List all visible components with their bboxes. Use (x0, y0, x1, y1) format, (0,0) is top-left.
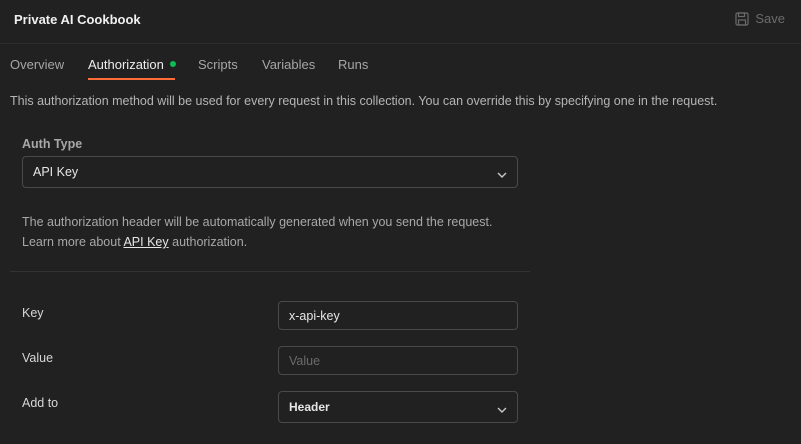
value-input[interactable] (278, 346, 518, 375)
auth-info-text: This authorization method will be used f… (10, 94, 718, 108)
learn-more-prefix: Learn more about (22, 235, 124, 249)
api-key-docs-link[interactable]: API Key (123, 235, 168, 249)
section-divider (10, 271, 530, 272)
auth-type-value: API Key (33, 165, 79, 179)
auth-type-label: Auth Type (22, 137, 83, 151)
tab-overview[interactable]: Overview (10, 57, 64, 72)
key-label: Key (22, 306, 44, 320)
auth-description-line1: The authorization header will be automat… (22, 215, 493, 229)
key-input[interactable] (278, 301, 518, 330)
top-bar: Private AI Cookbook Save (0, 0, 801, 44)
add-to-dropdown[interactable]: Header (278, 391, 518, 423)
add-to-value: Header (289, 400, 330, 414)
value-label: Value (22, 351, 54, 365)
learn-more-suffix: authorization. (168, 235, 248, 249)
active-tab-underline (88, 78, 175, 80)
save-button[interactable]: Save (735, 11, 785, 26)
add-to-label: Add to (22, 396, 59, 410)
tab-variables[interactable]: Variables (262, 57, 315, 72)
tab-authorization-label: Authorization (88, 57, 164, 72)
save-label: Save (755, 11, 785, 26)
tab-runs[interactable]: Runs (338, 57, 368, 72)
auth-type-dropdown[interactable]: API Key (22, 156, 518, 188)
tab-authorization[interactable]: Authorization (88, 57, 176, 72)
collection-title: Private AI Cookbook (14, 12, 141, 27)
status-dot-icon (169, 61, 176, 67)
tab-bar: Overview Authorization Scripts Variables… (0, 44, 801, 82)
chevron-down-icon (497, 403, 507, 417)
chevron-down-icon (497, 168, 507, 182)
tab-scripts[interactable]: Scripts (198, 57, 238, 72)
auth-description-line2: Learn more about API Key authorization. (22, 235, 247, 249)
save-icon (735, 11, 749, 26)
